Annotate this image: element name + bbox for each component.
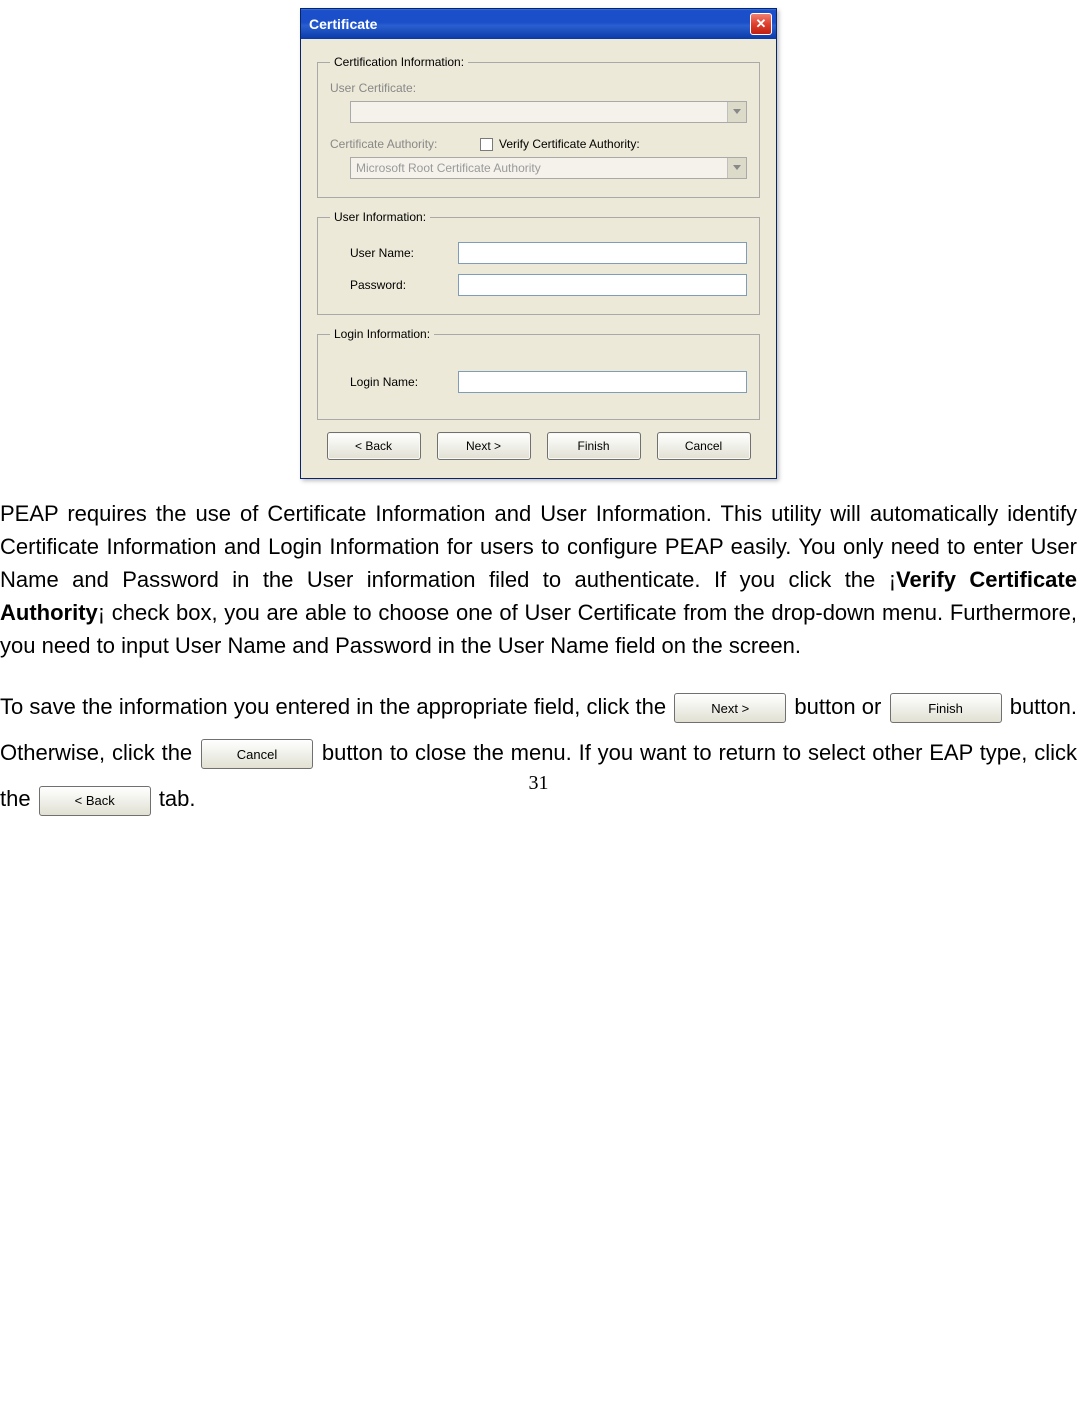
user-name-input[interactable] <box>458 242 747 264</box>
next-button[interactable]: Next > <box>437 432 531 460</box>
certificate-authority-dropdown[interactable]: Microsoft Root Certificate Authority <box>350 157 747 179</box>
certification-info-legend: Certification Information: <box>330 55 468 69</box>
login-info-legend: Login Information: <box>330 327 434 341</box>
inline-cancel-button: Cancel <box>201 739 313 769</box>
dialog-title: Certificate <box>309 16 377 32</box>
password-label: Password: <box>350 278 458 292</box>
user-certificate-label: User Certificate: <box>330 81 747 95</box>
close-button[interactable]: ✕ <box>750 13 772 35</box>
certificate-dialog: Certificate ✕ Certification Information:… <box>300 8 777 479</box>
certificate-authority-value: Microsoft Root Certificate Authority <box>356 161 541 175</box>
chevron-down-icon <box>727 158 746 178</box>
user-certificate-dropdown[interactable] <box>350 101 747 123</box>
verify-cert-checkbox[interactable] <box>480 138 493 151</box>
finish-button[interactable]: Finish <box>547 432 641 460</box>
inline-finish-button: Finish <box>890 693 1002 723</box>
login-info-group: Login Information: Login Name: <box>317 327 760 420</box>
inline-next-button: Next > <box>674 693 786 723</box>
paragraph-2: To save the information you entered in t… <box>0 684 1077 823</box>
chevron-down-icon <box>727 102 746 122</box>
titlebar: Certificate ✕ <box>301 9 776 39</box>
back-button[interactable]: < Back <box>327 432 421 460</box>
certificate-authority-label: Certificate Authority: <box>330 137 480 151</box>
user-name-label: User Name: <box>350 246 458 260</box>
user-info-group: User Information: User Name: Password: <box>317 210 760 315</box>
paragraph-1: PEAP requires the use of Certificate Inf… <box>0 497 1077 662</box>
user-info-legend: User Information: <box>330 210 430 224</box>
verify-cert-label: Verify Certificate Authority: <box>499 137 640 151</box>
button-row: < Back Next > Finish Cancel <box>317 432 760 460</box>
login-name-label: Login Name: <box>350 375 458 389</box>
page-number: 31 <box>0 772 1077 795</box>
login-name-input[interactable] <box>458 371 747 393</box>
cancel-button[interactable]: Cancel <box>657 432 751 460</box>
password-input[interactable] <box>458 274 747 296</box>
close-icon: ✕ <box>756 16 767 32</box>
certification-info-group: Certification Information: User Certific… <box>317 55 760 198</box>
